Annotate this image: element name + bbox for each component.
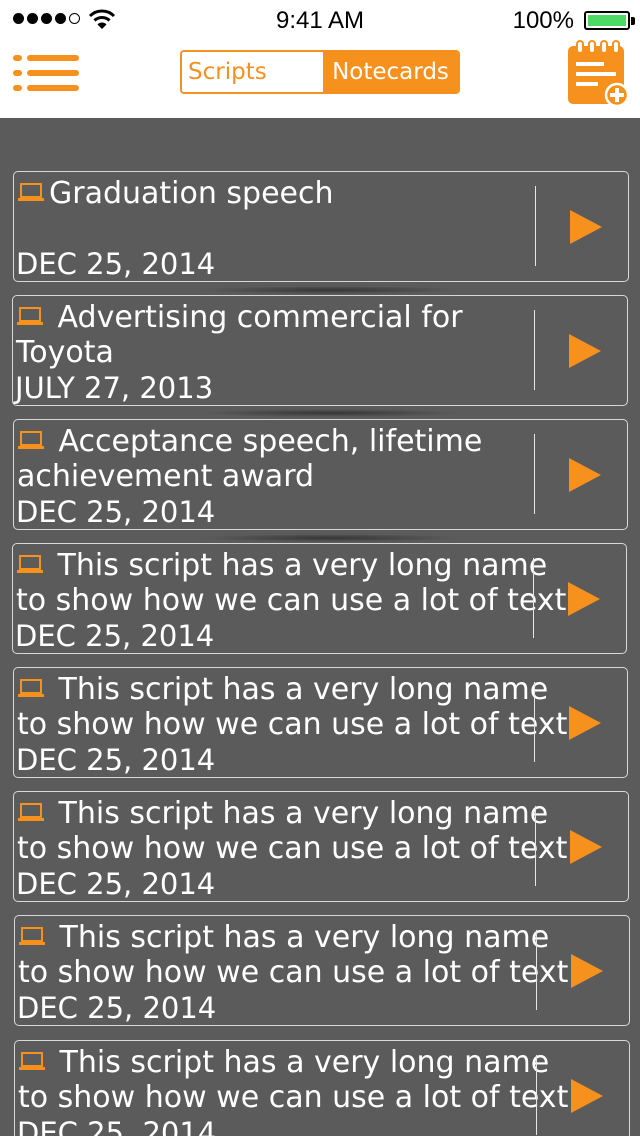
card-divider: [533, 434, 535, 514]
script-title-line1: Graduation speech: [49, 176, 334, 211]
script-card[interactable]: This script has a very long name to show…: [12, 543, 627, 654]
card-divider: [533, 682, 535, 762]
script-card[interactable]: This script has a very long name to show…: [14, 915, 630, 1026]
script-date: DEC 25, 2014: [16, 743, 216, 777]
script-title-line1: Acceptance speech, lifetime: [58, 424, 483, 459]
script-title: Advertising commercial for Toyota: [16, 300, 532, 370]
list-menu-icon[interactable]: [10, 50, 82, 96]
card-divider: [533, 310, 535, 390]
script-title: This script has a very long name to show…: [18, 1045, 568, 1115]
script-card[interactable]: This script has a very long name to show…: [13, 791, 629, 902]
laptop-icon: [19, 1051, 45, 1070]
laptop-icon: [18, 182, 44, 201]
script-title-line1: This script has a very long name: [58, 796, 549, 831]
card-divider: [535, 1055, 537, 1135]
script-title-line1: This script has a very long name: [59, 920, 550, 955]
play-icon[interactable]: [567, 456, 603, 494]
card-shadow: [200, 534, 460, 542]
play-icon[interactable]: [566, 580, 602, 618]
script-title-line2: to show how we can use a lot of text: [18, 1080, 569, 1115]
play-icon[interactable]: [569, 1077, 605, 1115]
script-date: DEC 25, 2014: [16, 867, 216, 901]
card-divider: [534, 186, 536, 266]
scripts-notecards-toggle: Scripts Notecards: [180, 50, 460, 94]
tab-scripts[interactable]: Scripts: [182, 52, 323, 92]
script-title: This script has a very long name to show…: [17, 796, 567, 866]
script-title-line2: to show how we can use a lot of text: [17, 707, 568, 742]
battery-nub: [631, 17, 635, 25]
script-card[interactable]: Acceptance speech, lifetime achievement …: [13, 419, 628, 530]
script-date: DEC 25, 2014: [16, 495, 216, 529]
card-divider: [532, 558, 534, 638]
notepad-add-icon[interactable]: [565, 40, 631, 108]
script-title-line2: Toyota: [16, 335, 114, 370]
laptop-icon: [19, 926, 45, 945]
laptop-icon: [18, 678, 44, 697]
script-title: This script has a very long name to show…: [17, 672, 567, 742]
script-title-line2: to show how we can use a lot of text: [17, 831, 568, 866]
script-date: JULY 27, 2013: [15, 371, 214, 405]
battery-percentage: 100%: [512, 7, 574, 34]
script-date: DEC 25, 2014: [16, 247, 216, 281]
play-icon[interactable]: [567, 332, 603, 370]
play-icon[interactable]: [567, 704, 603, 742]
card-shadow: [200, 286, 460, 294]
play-icon[interactable]: [568, 208, 604, 246]
script-title-line1: This script has a very long name: [57, 548, 548, 583]
tab-notecards[interactable]: Notecards: [323, 52, 458, 92]
navigation-bar: Scripts Notecards: [0, 40, 640, 118]
laptop-icon: [18, 430, 44, 449]
script-title: This script has a very long name to show…: [18, 920, 568, 990]
script-card[interactable]: Advertising commercial for Toyota JULY 2…: [12, 295, 628, 406]
laptop-icon: [17, 554, 43, 573]
script-title-line1: This script has a very long name: [59, 1045, 550, 1080]
script-title: This script has a very long name to show…: [16, 548, 566, 618]
script-title: Graduation speech: [17, 176, 533, 211]
script-date: DEC 25, 2014: [17, 1116, 217, 1136]
script-date: DEC 25, 2014: [17, 991, 217, 1025]
script-title-line2: to show how we can use a lot of text: [16, 583, 567, 618]
script-title-line1: Advertising commercial for: [57, 300, 463, 335]
script-list: Graduation speech DEC 25, 2014 Advertisi…: [0, 118, 640, 1136]
script-date: DEC 25, 2014: [15, 619, 215, 653]
laptop-icon: [17, 306, 43, 325]
status-bar: 9:41 AM 100%: [0, 0, 640, 40]
card-divider: [534, 806, 536, 886]
script-title-line1: This script has a very long name: [58, 672, 549, 707]
battery-icon: [584, 11, 630, 30]
card-shadow: [200, 409, 460, 417]
card-divider: [535, 930, 537, 1010]
script-title-line2: to show how we can use a lot of text: [18, 955, 569, 990]
laptop-icon: [18, 802, 44, 821]
script-title: Acceptance speech, lifetime achievement …: [17, 424, 533, 494]
play-icon[interactable]: [569, 952, 605, 990]
script-card[interactable]: This script has a very long name to show…: [14, 1040, 630, 1136]
play-icon[interactable]: [568, 828, 604, 866]
script-card[interactable]: This script has a very long name to show…: [13, 667, 628, 778]
script-title-line2: achievement award: [17, 459, 315, 494]
script-card[interactable]: Graduation speech DEC 25, 2014: [13, 171, 629, 282]
